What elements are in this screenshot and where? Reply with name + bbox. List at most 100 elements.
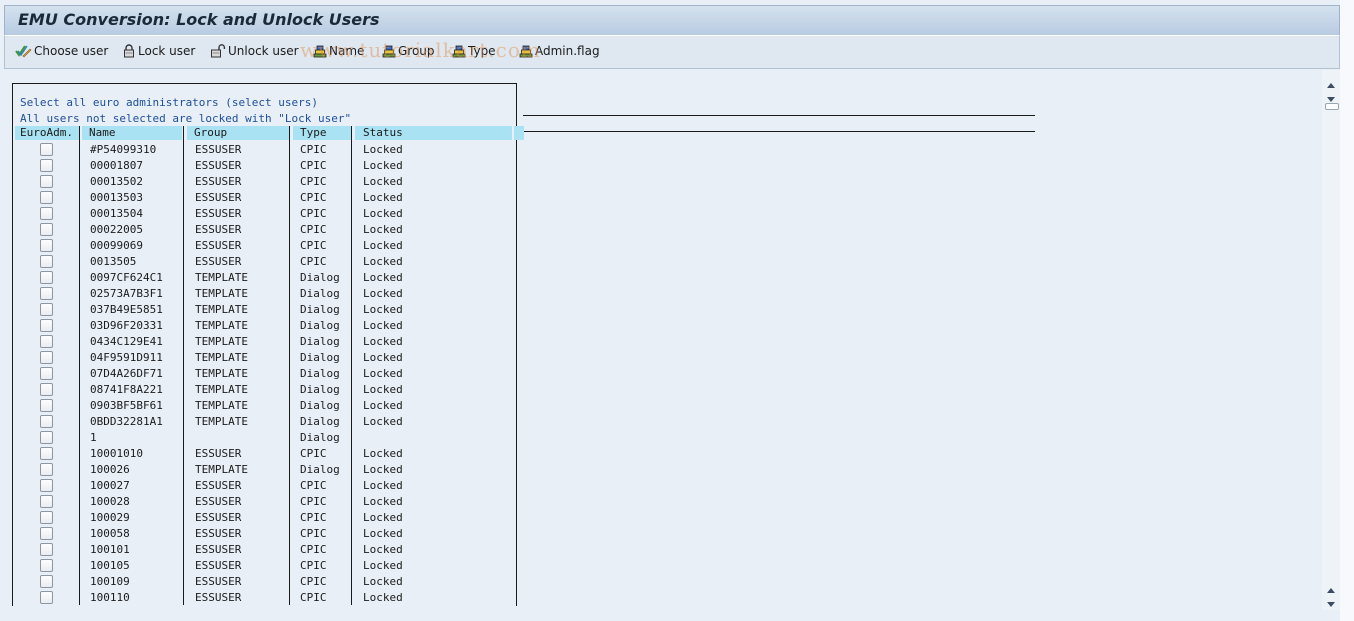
type-cell: Dialog <box>300 431 340 444</box>
euroadm-checkbox[interactable] <box>40 543 53 556</box>
euroadm-checkbox[interactable] <box>40 319 53 332</box>
euroadm-checkbox[interactable] <box>40 495 53 508</box>
sort-name-button[interactable]: Name <box>313 44 364 58</box>
euroadm-checkbox[interactable] <box>40 191 53 204</box>
scroll-page-up-button[interactable] <box>1326 579 1336 593</box>
status-cell: Locked <box>363 399 403 412</box>
sort-group-button[interactable]: Group <box>382 44 435 58</box>
table-row[interactable]: 00013503 ESSUSER CPIC Locked <box>15 190 515 206</box>
table-row[interactable]: 100027 ESSUSER CPIC Locked <box>15 478 515 494</box>
arrow-up-icon <box>1327 588 1335 593</box>
table-row[interactable]: 00022005 ESSUSER CPIC Locked <box>15 222 515 238</box>
table-row[interactable]: 00013502 ESSUSER CPIC Locked <box>15 174 515 190</box>
euroadm-checkbox[interactable] <box>40 335 53 348</box>
table-row[interactable]: 00001807 ESSUSER CPIC Locked <box>15 158 515 174</box>
euroadm-checkbox[interactable] <box>40 559 53 572</box>
column-header-group[interactable]: Group <box>187 126 290 140</box>
euroadm-checkbox[interactable] <box>40 383 53 396</box>
sort-admin-flag-button[interactable]: Admin.flag <box>519 44 600 58</box>
table-row[interactable]: 0903BF5BF61 TEMPLATE Dialog Locked <box>15 398 515 414</box>
euroadm-checkbox[interactable] <box>40 271 53 284</box>
table-row[interactable]: #P54099310 ESSUSER CPIC Locked <box>15 142 515 158</box>
group-cell: ESSUSER <box>195 511 242 524</box>
table-row[interactable]: 0097CF624C1 TEMPLATE Dialog Locked <box>15 270 515 286</box>
table-row[interactable]: 00013504 ESSUSER CPIC Locked <box>15 206 515 222</box>
unlock-user-button[interactable]: Unlock user <box>210 44 299 58</box>
name-cell: #P54099310 <box>90 143 157 156</box>
table-row[interactable]: 0013505 ESSUSER CPIC Locked <box>15 254 515 270</box>
scroll-page-down-button[interactable] <box>1326 594 1336 607</box>
euroadm-checkbox[interactable] <box>40 303 53 316</box>
type-cell: CPIC <box>300 447 327 460</box>
euroadm-checkbox[interactable] <box>40 351 53 364</box>
table-row[interactable]: 037B49E5851 TEMPLATE Dialog Locked <box>15 302 515 318</box>
type-cell: CPIC <box>300 143 327 156</box>
table-row[interactable]: 100028 ESSUSER CPIC Locked <box>15 494 515 510</box>
euroadm-checkbox[interactable] <box>40 463 53 476</box>
type-cell: Dialog <box>300 303 340 316</box>
group-cell: ESSUSER <box>195 591 242 604</box>
euroadm-checkbox[interactable] <box>40 591 53 604</box>
euroadm-checkbox[interactable] <box>40 511 53 524</box>
table-row[interactable]: 0BDD32281A1 TEMPLATE Dialog Locked <box>15 414 515 430</box>
vertical-scrollbar[interactable] <box>1322 70 1340 610</box>
euroadm-checkbox[interactable] <box>40 479 53 492</box>
name-cell: 00013502 <box>90 175 143 188</box>
table-row[interactable]: 02573A7B3F1 TEMPLATE Dialog Locked <box>15 286 515 302</box>
euroadm-checkbox[interactable] <box>40 239 53 252</box>
table-row[interactable]: 08741F8A221 TEMPLATE Dialog Locked <box>15 382 515 398</box>
table-row[interactable]: 0434C129E41 TEMPLATE Dialog Locked <box>15 334 515 350</box>
table-row[interactable]: 1 Dialog <box>15 430 515 446</box>
status-cell: Locked <box>363 271 403 284</box>
euroadm-checkbox[interactable] <box>40 287 53 300</box>
group-cell: TEMPLATE <box>195 303 248 316</box>
column-header-euroadm[interactable]: EuroAdm. <box>15 126 79 140</box>
euroadm-checkbox[interactable] <box>40 431 53 444</box>
scroll-up-button[interactable] <box>1326 74 1336 88</box>
lock-user-button[interactable]: Lock user <box>122 44 195 58</box>
column-header-type[interactable]: Type <box>293 126 351 140</box>
table-row[interactable]: 100026 TEMPLATE Dialog Locked <box>15 462 515 478</box>
table-row[interactable]: 100110 ESSUSER CPIC Locked <box>15 590 515 606</box>
group-cell: TEMPLATE <box>195 399 248 412</box>
euroadm-checkbox[interactable] <box>40 159 53 172</box>
euroadm-checkbox[interactable] <box>40 527 53 540</box>
column-header-name[interactable]: Name <box>82 126 182 140</box>
scroll-thumb[interactable] <box>1325 103 1339 110</box>
choose-user-button[interactable]: Choose user <box>15 44 108 58</box>
separator-line <box>523 115 1035 116</box>
name-cell: 100109 <box>90 575 130 588</box>
group-cell: ESSUSER <box>195 495 242 508</box>
table-row[interactable]: 100029 ESSUSER CPIC Locked <box>15 510 515 526</box>
table-row[interactable]: 10001010 ESSUSER CPIC Locked <box>15 446 515 462</box>
euroadm-checkbox[interactable] <box>40 255 53 268</box>
table-row[interactable]: 100109 ESSUSER CPIC Locked <box>15 574 515 590</box>
table-row[interactable]: 00099069 ESSUSER CPIC Locked <box>15 238 515 254</box>
table-row[interactable]: 03D96F20331 TEMPLATE Dialog Locked <box>15 318 515 334</box>
status-cell: Locked <box>363 319 403 332</box>
name-cell: 100110 <box>90 591 130 604</box>
euroadm-checkbox[interactable] <box>40 575 53 588</box>
column-header-status[interactable]: Status <box>355 126 512 140</box>
euroadm-checkbox[interactable] <box>40 207 53 220</box>
status-cell: Locked <box>363 575 403 588</box>
euroadm-checkbox[interactable] <box>40 175 53 188</box>
euroadm-checkbox[interactable] <box>40 367 53 380</box>
name-cell: 100027 <box>90 479 130 492</box>
euroadm-checkbox[interactable] <box>40 223 53 236</box>
scroll-down-button[interactable] <box>1326 89 1336 102</box>
table-row[interactable]: 100105 ESSUSER CPIC Locked <box>15 558 515 574</box>
euroadm-checkbox[interactable] <box>40 143 53 156</box>
type-cell: Dialog <box>300 399 340 412</box>
euroadm-checkbox[interactable] <box>40 447 53 460</box>
table-row[interactable]: 100101 ESSUSER CPIC Locked <box>15 542 515 558</box>
sort-type-button[interactable]: Type <box>452 44 496 58</box>
euroadm-checkbox[interactable] <box>40 415 53 428</box>
table-row[interactable]: 100058 ESSUSER CPIC Locked <box>15 526 515 542</box>
status-cell: Locked <box>363 303 403 316</box>
euroadm-checkbox[interactable] <box>40 399 53 412</box>
type-cell: CPIC <box>300 527 327 540</box>
group-cell: TEMPLATE <box>195 287 248 300</box>
table-row[interactable]: 04F9591D911 TEMPLATE Dialog Locked <box>15 350 515 366</box>
table-row[interactable]: 07D4A26DF71 TEMPLATE Dialog Locked <box>15 366 515 382</box>
